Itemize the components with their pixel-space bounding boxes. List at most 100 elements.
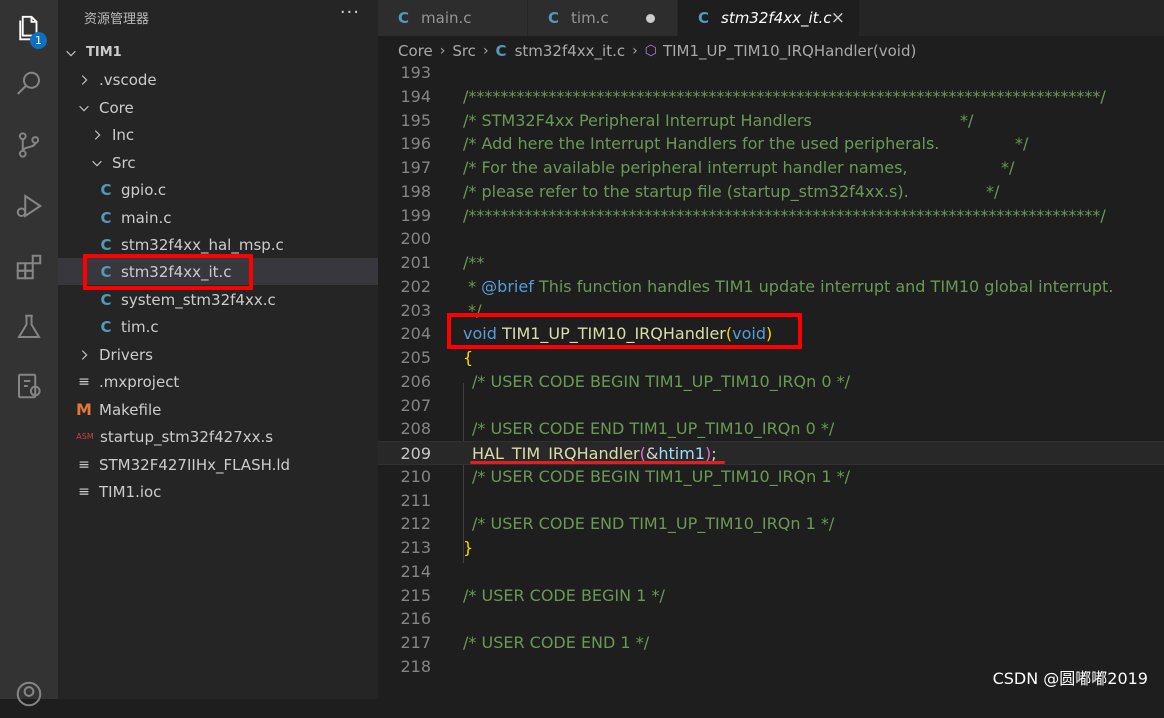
tree-item-label: stm32f4xx_hal_msp.c — [121, 235, 284, 254]
code-line[interactable]: 197 /* For the available peripheral inter… — [378, 156, 1164, 180]
breadcrumb-item-core[interactable]: Core — [398, 42, 433, 60]
code-line[interactable]: 208 /* USER CODE END TIM1_UP_TIM10_IRQn 0… — [378, 417, 1164, 441]
files-icon[interactable]: 1 — [0, 4, 58, 52]
line-number: 201 — [400, 253, 431, 272]
line-number: 206 — [400, 371, 431, 391]
code-line[interactable]: 211 — [378, 489, 1164, 513]
tree-item[interactable]: Csystem_stm32f4xx.c — [58, 286, 378, 313]
tree-item[interactable]: Drivers — [58, 341, 378, 368]
tree-item[interactable]: Inc — [58, 121, 378, 148]
tree-item-label: TIM1 — [86, 45, 122, 60]
tab-label: main.c — [421, 9, 472, 27]
chevron-right-icon[interactable] — [77, 73, 91, 87]
c-file-icon: C — [100, 317, 112, 336]
annotation-underline — [470, 461, 725, 464]
tree-item[interactable]: ≡ STM32F427IIHx_FLASH.ld — [58, 451, 378, 478]
tree-item-label: Inc — [112, 125, 135, 144]
tree-item[interactable]: .vscode — [58, 66, 378, 93]
code-line[interactable]: 199 /************************************… — [378, 204, 1164, 228]
tree-item[interactable]: Cmain.c — [58, 204, 378, 231]
code-line[interactable]: 200 — [378, 227, 1164, 251]
line-number: 211 — [400, 490, 431, 510]
code-token: /* please refer to the startup file (sta… — [463, 181, 909, 201]
source-control-icon[interactable] — [0, 121, 58, 169]
line-number: 217 — [400, 633, 431, 652]
chevron-down-icon[interactable] — [64, 46, 78, 60]
tree-item[interactable]: M Makefile — [58, 396, 378, 423]
tree-item-label: gpio.c — [121, 180, 167, 199]
close-icon[interactable]: × — [831, 8, 845, 28]
code-line[interactable]: 196 /* Add here the Interrupt Handlers fo… — [378, 132, 1164, 156]
code-line[interactable]: 207 — [378, 394, 1164, 418]
explorer-sidebar: 资源管理器 ··· TIM1 .vscode Core Inc Src Cgpio.c Cm… — [58, 0, 378, 699]
code-text: /* USER CODE END 1 */ — [463, 631, 649, 655]
chevron-right-icon: › — [439, 43, 446, 59]
text-file-icon: ≡ — [78, 373, 90, 390]
code-line[interactable]: 212 /* USER CODE END TIM1_UP_TIM10_IRQn 1… — [378, 512, 1164, 536]
code-token: /* USER CODE BEGIN TIM1_UP_TIM10_IRQn 0 … — [472, 371, 850, 391]
tree-item[interactable]: TIM1 — [58, 39, 378, 66]
text-file-icon: ≡ — [78, 483, 90, 500]
testing-icon[interactable] — [0, 303, 58, 351]
explorer-badge: 1 — [30, 32, 47, 49]
code-text: /* please refer to the startup file (sta… — [463, 180, 999, 204]
breadcrumb-item-symbol[interactable]: TIM1_UP_TIM10_IRQHandler(void) — [663, 42, 916, 60]
tree-item[interactable]: ≡ TIM1.ioc — [58, 478, 378, 505]
code-editor[interactable]: 193 194 /*********************************… — [378, 62, 1164, 699]
chevron-right-icon[interactable] — [77, 348, 91, 362]
line-number: 209 — [400, 444, 431, 463]
code-line[interactable]: 195 /* STM32F4xx Peripheral Interrupt Han… — [378, 109, 1164, 133]
tree-item[interactable]: Core — [58, 94, 378, 121]
line-number: 205 — [400, 348, 431, 367]
code-token: { — [463, 348, 474, 367]
text-file-icon: ≡ — [78, 456, 90, 473]
code-line[interactable]: 206 /* USER CODE BEGIN TIM1_UP_TIM10_IRQn… — [378, 370, 1164, 394]
tree-item[interactable]: ≡ .mxproject — [58, 368, 378, 395]
code-line[interactable]: 215 /* USER CODE BEGIN 1 */ — [378, 584, 1164, 608]
code-line[interactable]: 198 /* please refer to the startup file (… — [378, 180, 1164, 204]
line-number: 202 — [400, 276, 431, 296]
tab-stm32f4xx-it-c[interactable]: C stm32f4xx_it.c × — [678, 0, 860, 36]
chevron-down-icon[interactable] — [90, 156, 104, 170]
tree-item[interactable]: ASM startup_stm32f427xx.s — [58, 423, 378, 450]
asm-file-icon: ASM — [76, 432, 94, 441]
code-text: { — [463, 346, 473, 370]
code-text: /* USER CODE END TIM1_UP_TIM10_IRQn 1 */ — [463, 512, 834, 536]
breadcrumb-item-file[interactable]: stm32f4xx_it.c — [515, 42, 626, 60]
tree-item[interactable]: Src — [58, 149, 378, 176]
more-actions-button[interactable]: ··· — [340, 2, 360, 23]
line-number: 199 — [400, 205, 431, 225]
code-token: */ — [1015, 134, 1029, 154]
code-line[interactable]: 201 /** — [378, 251, 1164, 275]
line-number: 208 — [400, 419, 431, 439]
unsaved-dot-icon[interactable] — [646, 13, 655, 23]
code-text: /* USER CODE BEGIN TIM1_UP_TIM10_IRQn 1 … — [463, 465, 850, 489]
remote-explorer-icon[interactable] — [0, 362, 58, 410]
chevron-down-icon[interactable] — [77, 101, 91, 115]
line-number: 212 — [400, 514, 431, 534]
search-icon[interactable] — [0, 60, 58, 108]
c-file-icon: C — [100, 235, 112, 254]
activity-bar: 1 — [0, 0, 58, 707]
code-line[interactable]: 217 /* USER CODE END 1 */ — [378, 631, 1164, 655]
chevron-right-icon[interactable] — [90, 128, 104, 142]
code-line[interactable]: 202 * @brief This function handles TIM1 … — [378, 275, 1164, 299]
code-line[interactable]: 216 — [378, 607, 1164, 631]
tab-main-c[interactable]: C main.c — [378, 0, 528, 36]
tree-item[interactable]: Cgpio.c — [58, 176, 378, 203]
code-line[interactable]: 213} — [378, 536, 1164, 560]
tab-tim-c[interactable]: C tim.c — [528, 0, 678, 36]
tree-item[interactable]: Ctim.c — [58, 313, 378, 340]
code-line[interactable]: 193 — [378, 62, 1164, 85]
code-line[interactable]: 194 /************************************… — [378, 85, 1164, 109]
code-line[interactable]: 214 — [378, 560, 1164, 584]
c-file-icon: C — [100, 290, 112, 309]
breadcrumb-item-src[interactable]: Src — [452, 42, 476, 60]
run-debug-icon[interactable] — [0, 182, 58, 230]
tree-item-label: tim.c — [121, 317, 159, 336]
code-token: /* USER CODE END 1 */ — [463, 633, 650, 652]
code-line[interactable]: 210 /* USER CODE BEGIN TIM1_UP_TIM10_IRQn… — [378, 465, 1164, 489]
account-icon[interactable] — [0, 670, 58, 718]
code-line[interactable]: 205 { — [378, 346, 1164, 370]
extensions-icon[interactable] — [0, 243, 58, 291]
